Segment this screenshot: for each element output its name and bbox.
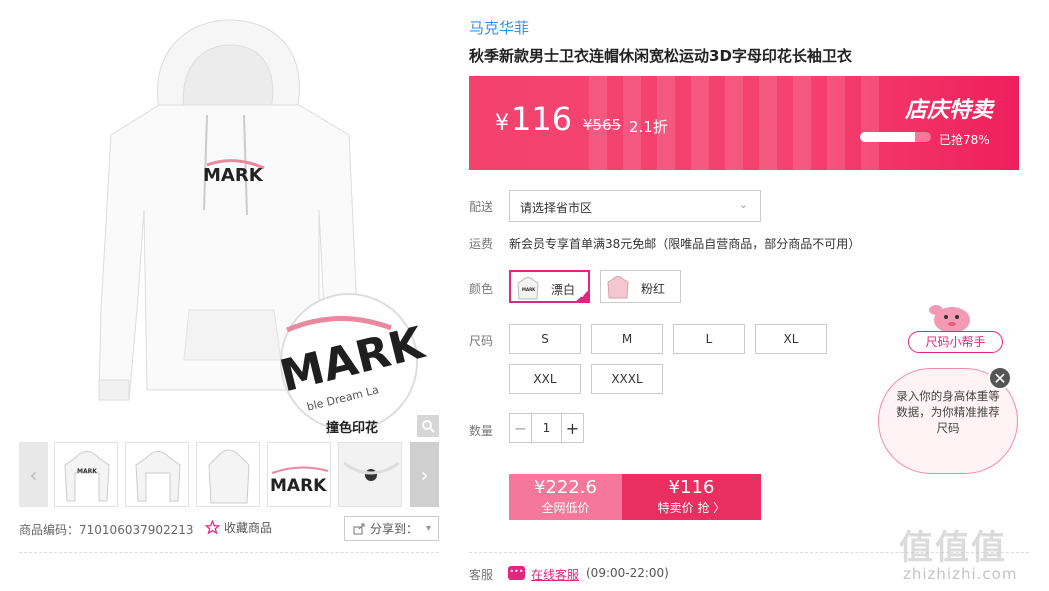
original-price: ¥565 <box>583 116 622 134</box>
size-label: 尺码 <box>469 334 494 348</box>
size-option-m[interactable]: M <box>591 324 663 354</box>
market-price-label: 全网低价 <box>541 501 590 515</box>
sold-progress-bar <box>860 132 931 142</box>
promo-title: 店庆特卖 <box>905 98 994 123</box>
chevron-down-icon: ⌄ <box>738 198 748 211</box>
svg-text:MARK: MARK <box>270 476 327 496</box>
color-option-label: 漂白 <box>551 283 576 297</box>
product-code-label: 商品编码： <box>19 523 80 537</box>
size-option-xl[interactable]: XL <box>755 324 827 354</box>
watermark-url: zhizhizhi.com <box>903 565 1018 583</box>
service-hours: (09:00-22:00) <box>586 566 669 580</box>
product-meta-row: 商品编码：710106037902213 收藏商品 分享到： ▾ <box>19 516 439 542</box>
quantity-stepper: − 1 + <box>509 413 584 443</box>
thumbnail-3[interactable] <box>196 442 260 507</box>
quantity-label: 数量 <box>469 424 494 438</box>
market-price: ¥222.6 <box>534 477 597 498</box>
current-price: ¥116 <box>495 100 572 138</box>
thumb-prev-button[interactable]: ‹ <box>19 442 48 507</box>
thumb-next-button[interactable]: › <box>410 442 439 507</box>
color-option-label: 粉红 <box>641 282 666 296</box>
share-dropdown[interactable]: 分享到： ▾ <box>344 516 439 541</box>
main-product-image[interactable]: MARK MARK ble Dream La 撞色印花 <box>19 10 439 438</box>
special-price: ¥116 <box>668 477 715 498</box>
delivery-label: 配送 <box>469 200 494 214</box>
color-option-pink[interactable]: 粉红 <box>600 270 681 303</box>
price-banner: ¥116 ¥565 2.1折 店庆特卖 已抢78% <box>469 76 1019 170</box>
service-label: 客服 <box>469 568 494 582</box>
quantity-decrease-button[interactable]: − <box>510 414 532 442</box>
chat-icon: ••• <box>508 566 525 580</box>
mascot-icon[interactable] <box>928 300 974 334</box>
zoom-magnifier-icon[interactable] <box>417 415 439 437</box>
size-option-xxxl[interactable]: XXXL <box>591 364 663 394</box>
close-icon[interactable]: ✕ <box>988 366 1012 390</box>
hoodie-illustration: MARK MARK ble Dream La <box>98 19 431 431</box>
favorite-button[interactable]: 收藏商品 <box>205 519 272 536</box>
size-option-s[interactable]: S <box>509 324 581 354</box>
discount-rate: 2.1折 <box>629 118 668 136</box>
checkmark-icon: ✓ <box>580 291 587 300</box>
share-icon <box>353 523 365 534</box>
divider <box>19 552 439 553</box>
quantity-value[interactable]: 1 <box>532 414 561 442</box>
chest-logo: MARK <box>203 165 264 186</box>
thumbnail-5[interactable] <box>338 442 402 507</box>
region-select[interactable]: 请选择省市区 ⌄ <box>509 190 761 222</box>
favorite-label: 收藏商品 <box>224 521 273 535</box>
current-price-value: 116 <box>511 100 573 138</box>
color-option-white[interactable]: MARK 漂白 ✓ <box>509 270 590 303</box>
quantity-increase-button[interactable]: + <box>561 414 583 442</box>
currency-symbol: ¥ <box>495 111 509 136</box>
shipping-label: 运费 <box>469 237 494 251</box>
buy-now-button[interactable]: ¥116 特卖价 抢 〉 <box>622 474 761 520</box>
size-option-l[interactable]: L <box>673 324 745 354</box>
special-price-label: 特卖价 抢 〉 <box>657 501 726 515</box>
star-icon <box>205 520 220 535</box>
region-select-placeholder: 请选择省市区 <box>520 201 593 215</box>
thumbnail-1[interactable]: MARK <box>54 442 118 507</box>
sold-progress-fill <box>860 132 916 142</box>
thumbnail-strip: ‹ MARK MARK › <box>19 442 439 507</box>
size-helper-tag[interactable]: 尺码小帮手 <box>908 331 1003 353</box>
image-caption: 撞色印花 <box>326 421 379 436</box>
shipping-info: 新会员专享首单满38元免邮（限唯品自营商品，部分商品不可用） <box>509 237 861 251</box>
market-price-button[interactable]: ¥222.6 全网低价 <box>509 474 622 520</box>
size-option-xxl[interactable]: XXL <box>509 364 581 394</box>
white-hoodie-swatch: MARK <box>517 277 539 300</box>
online-service-link[interactable]: 在线客服 <box>531 566 579 583</box>
share-label: 分享到： <box>370 522 419 536</box>
product-code: 商品编码：710106037902213 <box>19 521 194 538</box>
product-title: 秋季新款男士卫衣连帽休闲宽松运动3D字母印花长袖卫衣 <box>469 47 852 65</box>
svg-text:MARK: MARK <box>77 468 97 475</box>
chevron-down-icon: ▾ <box>426 523 432 534</box>
thumbnail-4[interactable]: MARK <box>267 442 331 507</box>
color-label: 颜色 <box>469 282 494 296</box>
product-code-value: 710106037902213 <box>79 523 194 537</box>
watermark-logo: 值值值 <box>899 528 1007 568</box>
pink-hoodie-swatch <box>607 276 629 299</box>
sold-percent-text: 已抢78% <box>939 133 990 147</box>
thumbnail-2[interactable] <box>125 442 189 507</box>
brand-link[interactable]: 马克华菲 <box>469 17 529 38</box>
svg-text:MARK: MARK <box>522 287 536 292</box>
